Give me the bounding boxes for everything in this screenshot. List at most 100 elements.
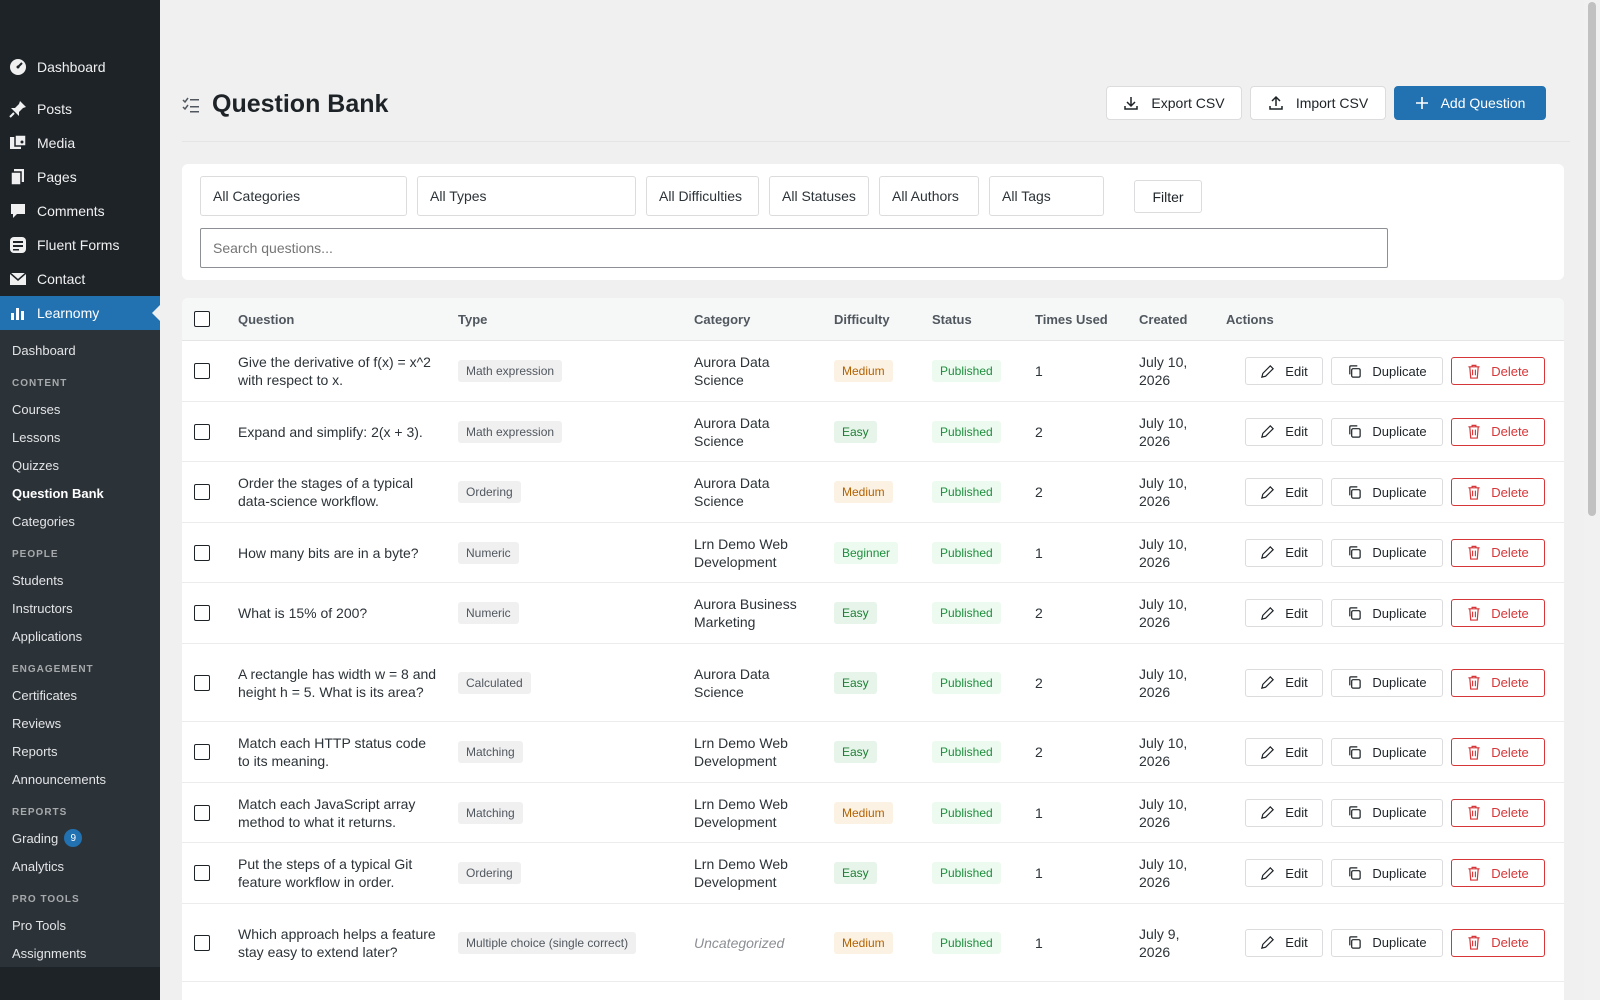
duplicate-button[interactable]: Duplicate	[1331, 478, 1443, 506]
delete-button[interactable]: Delete	[1451, 798, 1545, 827]
row-checkbox[interactable]	[194, 423, 210, 440]
submenu-item-students[interactable]: Students	[0, 566, 160, 594]
edit-button[interactable]: Edit	[1245, 357, 1323, 385]
row-checkbox[interactable]	[194, 484, 210, 500]
select-all-checkbox[interactable]	[194, 311, 210, 327]
edit-button[interactable]: Edit	[1245, 738, 1323, 766]
edit-button[interactable]: Edit	[1245, 538, 1323, 567]
edit-button[interactable]: Edit	[1245, 798, 1323, 827]
delete-button[interactable]: Delete	[1451, 859, 1545, 887]
menu-item-media[interactable]: Media	[0, 126, 160, 160]
filter-button[interactable]: Filter	[1134, 180, 1202, 213]
submenu-item-courses[interactable]: Courses	[0, 395, 160, 423]
delete-button[interactable]: Delete	[1451, 538, 1545, 567]
question-text[interactable]: Match each JavaScript array method to wh…	[238, 795, 438, 831]
duplicate-button[interactable]: Duplicate	[1331, 417, 1443, 446]
row-checkbox[interactable]	[194, 865, 210, 881]
type-badge: Math expression	[458, 360, 563, 382]
column-category[interactable]: Category	[694, 312, 750, 327]
status-select[interactable]: All Statuses	[769, 176, 869, 216]
submenu-item-applications[interactable]: Applications	[0, 622, 160, 650]
submenu-item-dashboard[interactable]: Dashboard	[0, 336, 160, 364]
category-select[interactable]: All Categories	[200, 176, 407, 216]
submenu-item-certificates[interactable]: Certificates	[0, 681, 160, 709]
scrollbar-thumb[interactable]	[1588, 2, 1596, 516]
question-text[interactable]: Which approach helps a feature stay easy…	[238, 925, 438, 961]
row-checkbox[interactable]	[194, 934, 210, 951]
row-checkbox[interactable]	[194, 804, 210, 821]
submenu-item-announcements[interactable]: Announcements	[0, 765, 160, 793]
menu-item-learnomy[interactable]: Learnomy	[0, 296, 160, 330]
row-checkbox[interactable]	[194, 363, 210, 379]
edit-button[interactable]: Edit	[1245, 859, 1323, 887]
question-text[interactable]: What is 15% of 200?	[238, 604, 438, 622]
duplicate-button[interactable]: Duplicate	[1331, 357, 1443, 385]
delete-button[interactable]: Delete	[1451, 357, 1545, 385]
submenu-item-instructors[interactable]: Instructors	[0, 594, 160, 622]
submenu-item-grading[interactable]: Grading 9	[0, 824, 160, 852]
duplicate-button[interactable]: Duplicate	[1331, 928, 1443, 957]
delete-button[interactable]: Delete	[1451, 599, 1545, 627]
difficulty-select[interactable]: All Difficulties	[646, 176, 759, 216]
question-text[interactable]: Put the steps of a typical Git feature w…	[238, 855, 438, 891]
submenu-item-question-bank[interactable]: Question Bank	[0, 479, 160, 507]
type-badge: Calculated	[458, 671, 531, 694]
type-select[interactable]: All Types	[417, 176, 636, 216]
menu-item-posts[interactable]: Posts	[0, 92, 160, 126]
column-question[interactable]: Question	[238, 312, 294, 327]
row-checkbox[interactable]	[194, 674, 210, 691]
question-text[interactable]: A rectangle has width w = 8 and height h…	[238, 665, 438, 701]
column-status[interactable]: Status	[932, 312, 972, 327]
delete-button[interactable]: Delete	[1451, 417, 1545, 446]
delete-button[interactable]: Delete	[1451, 668, 1545, 697]
duplicate-button[interactable]: Duplicate	[1331, 538, 1443, 567]
submenu-item-reports[interactable]: Reports	[0, 737, 160, 765]
submenu-item-categories[interactable]: Categories	[0, 507, 160, 535]
question-text[interactable]: Match each HTTP status code to its meani…	[238, 734, 438, 770]
menu-item-contact[interactable]: Contact	[0, 262, 160, 296]
submenu-item-reviews[interactable]: Reviews	[0, 709, 160, 737]
question-text[interactable]: Order the stages of a typical data-scien…	[238, 474, 438, 510]
submenu-item-lessons[interactable]: Lessons	[0, 423, 160, 451]
column-created[interactable]: Created	[1139, 312, 1187, 327]
menu-item-fluent-forms[interactable]: Fluent Forms	[0, 228, 160, 262]
page-scrollbar[interactable]	[1584, 0, 1600, 1000]
tag-select[interactable]: All Tags	[989, 176, 1104, 216]
duplicate-button[interactable]: Duplicate	[1331, 599, 1443, 627]
row-checkbox[interactable]	[194, 544, 210, 561]
question-text[interactable]: How many bits are in a byte?	[238, 544, 438, 562]
row-checkbox[interactable]	[194, 605, 210, 621]
menu-item-dashboard[interactable]: Dashboard	[0, 48, 160, 86]
delete-button[interactable]: Delete	[1451, 478, 1545, 506]
status-badge: Published	[932, 801, 1001, 824]
column-difficulty[interactable]: Difficulty	[834, 312, 890, 327]
edit-button[interactable]: Edit	[1245, 599, 1323, 627]
add-question-button[interactable]: Add Question	[1394, 86, 1546, 120]
menu-item-pages[interactable]: Pages	[0, 160, 160, 194]
column-times-used[interactable]: Times Used	[1035, 312, 1108, 327]
question-text[interactable]: Expand and simplify: 2(x + 3).	[238, 423, 438, 441]
duplicate-button[interactable]: Duplicate	[1331, 668, 1443, 697]
column-type[interactable]: Type	[458, 312, 487, 327]
question-text[interactable]: Give the derivative of f(x) = x^2 with r…	[238, 353, 438, 389]
delete-button[interactable]: Delete	[1451, 928, 1545, 957]
row-checkbox[interactable]	[194, 744, 210, 760]
edit-button[interactable]: Edit	[1245, 478, 1323, 506]
menu-item-comments[interactable]: Comments	[0, 194, 160, 228]
edit-button[interactable]: Edit	[1245, 668, 1323, 697]
submenu-item-quizzes[interactable]: Quizzes	[0, 451, 160, 479]
export-csv-button[interactable]: Export CSV	[1106, 86, 1242, 120]
import-csv-button[interactable]: Import CSV	[1250, 86, 1386, 120]
duplicate-button[interactable]: Duplicate	[1331, 738, 1443, 766]
submenu-item-assignments[interactable]: Assignments	[0, 939, 160, 967]
submenu-item-pro-tools[interactable]: Pro Tools	[0, 911, 160, 939]
submenu-item-analytics[interactable]: Analytics	[0, 852, 160, 880]
duplicate-button[interactable]: Duplicate	[1331, 859, 1443, 887]
table-row: Give the derivative of f(x) = x^2 with r…	[182, 341, 1564, 402]
delete-button[interactable]: Delete	[1451, 738, 1545, 766]
duplicate-button[interactable]: Duplicate	[1331, 798, 1443, 827]
search-input[interactable]	[200, 228, 1388, 268]
author-select[interactable]: All Authors	[879, 176, 979, 216]
edit-button[interactable]: Edit	[1245, 417, 1323, 446]
edit-button[interactable]: Edit	[1245, 928, 1323, 957]
